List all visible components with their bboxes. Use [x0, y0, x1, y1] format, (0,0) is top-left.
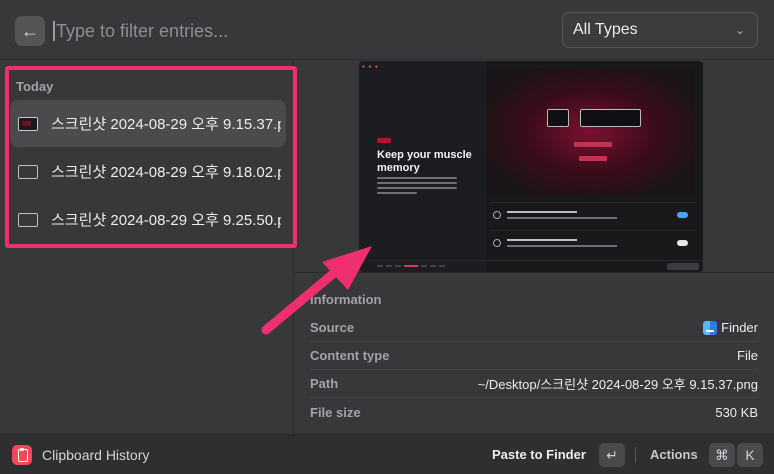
list-item[interactable]: 스크린샷 2024-08-29 오후 9.18.02.png	[10, 148, 286, 195]
actions-button[interactable]: Actions	[650, 447, 698, 462]
info-key: Source	[310, 320, 355, 335]
type-filter-value: All Types	[573, 21, 638, 38]
divider	[635, 447, 636, 463]
info-row-content-type: Content type File	[310, 342, 758, 370]
info-key: File size	[310, 404, 361, 420]
info-value: File	[737, 348, 758, 363]
screenshot-preview-image: ● ● ● Keep your muscle memory	[359, 61, 703, 272]
type-filter-dropdown[interactable]: All Types ⌄	[562, 12, 758, 48]
information-panel: Information Source Finder Content type F…	[295, 274, 774, 434]
clipboard-history-window: ← All Types ⌄ Today 스크린샷 2024-08-29 오후 9…	[0, 0, 774, 474]
back-button[interactable]: ←	[15, 16, 45, 46]
image-thumbnail-icon	[18, 116, 38, 131]
list-item-label: 스크린샷 2024-08-29 오후 9.18.02.png	[51, 164, 281, 181]
clipboard-icon	[12, 445, 32, 465]
enter-key-icon: ↵	[599, 443, 625, 467]
info-value: Finder	[721, 320, 758, 335]
entries-list: Today 스크린샷 2024-08-29 오후 9.15.37.png 스크린…	[0, 61, 297, 434]
app-name: Clipboard History	[42, 447, 150, 463]
info-row-file-size: File size 530 KB	[310, 398, 758, 426]
preview-heading: Keep your muscle memory	[377, 149, 472, 174]
info-value: ~/Desktop/스크린샷 2024-08-29 오후 9.15.37.png	[477, 377, 758, 392]
search-input[interactable]	[56, 16, 536, 46]
image-thumbnail-icon	[18, 212, 38, 227]
arrow-left-icon: ←	[21, 20, 39, 41]
search-bar: ← All Types ⌄	[0, 0, 774, 60]
list-item-label: 스크린샷 2024-08-29 오후 9.25.50.png	[51, 212, 281, 229]
list-item[interactable]: 스크린샷 2024-08-29 오후 9.25.50.png	[10, 196, 286, 243]
paste-to-finder-button[interactable]: Paste to Finder	[492, 447, 586, 462]
info-value: 530 KB	[715, 404, 758, 420]
info-key: Path	[310, 376, 339, 391]
list-item[interactable]: 스크린샷 2024-08-29 오후 9.15.37.png	[10, 100, 286, 147]
command-key-icon: ⌘	[709, 443, 735, 467]
image-thumbnail-icon	[18, 164, 38, 179]
info-title: Information	[310, 292, 382, 307]
finder-icon	[703, 320, 718, 335]
list-item-label: 스크린샷 2024-08-29 오후 9.15.37.png	[51, 116, 281, 133]
section-title-today: Today	[16, 79, 54, 94]
action-bar: Clipboard History Paste to Finder ↵ Acti…	[0, 434, 774, 474]
preview-pane: ● ● ● Keep your muscle memory	[295, 61, 774, 273]
info-row-source: Source Finder	[310, 314, 758, 342]
text-cursor	[53, 21, 55, 41]
info-key: Content type	[310, 348, 390, 363]
k-key-icon: K	[737, 443, 763, 467]
info-row-path: Path ~/Desktop/스크린샷 2024-08-29 오후 9.15.3…	[310, 370, 758, 398]
chevron-down-icon: ⌄	[734, 23, 745, 37]
